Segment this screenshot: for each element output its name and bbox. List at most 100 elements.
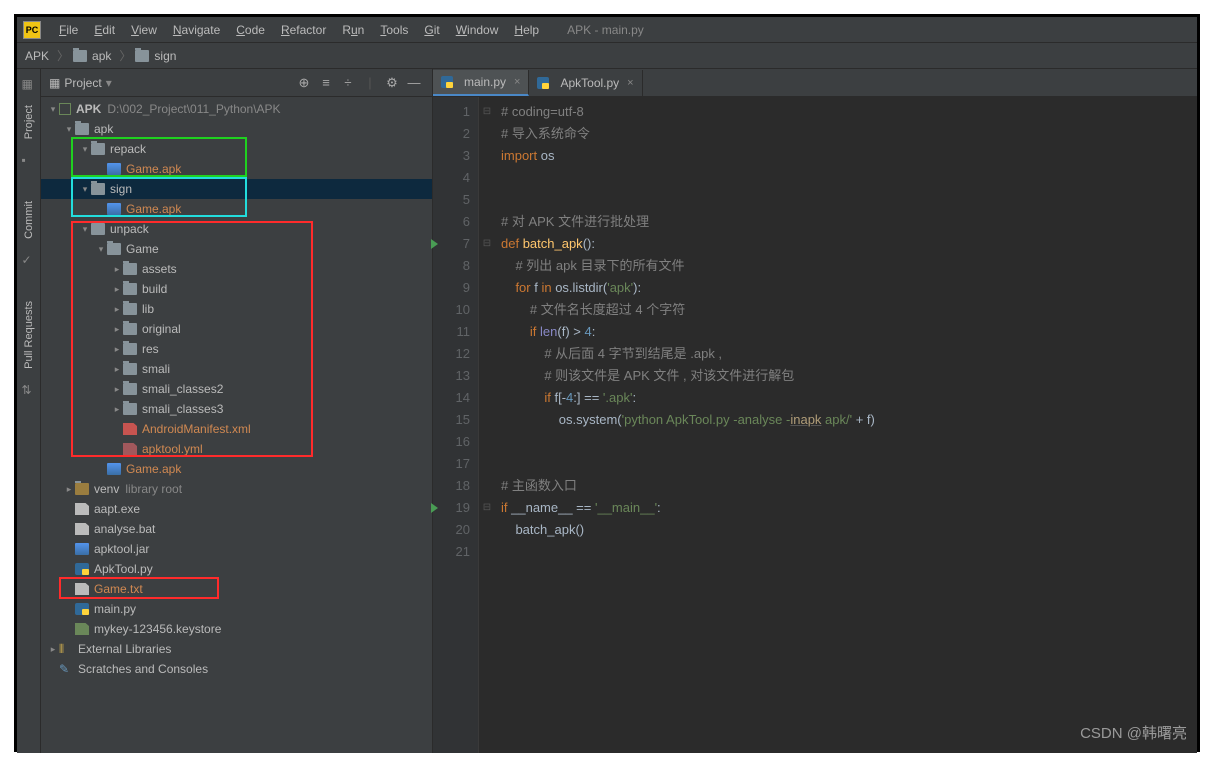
folder-icon[interactable]: ▪: [22, 153, 36, 167]
key-icon: [75, 623, 89, 635]
folder-icon: [107, 243, 121, 255]
python-icon: [441, 76, 453, 88]
close-icon[interactable]: ×: [627, 77, 633, 89]
code-content[interactable]: # coding=utf-8 # 导入系统命令 import os # 对 AP…: [495, 97, 1197, 753]
expand-icon[interactable]: ≡: [316, 73, 336, 93]
locate-icon[interactable]: ⊕: [294, 73, 314, 93]
gear-icon[interactable]: ⚙: [382, 73, 402, 93]
jar-icon: [75, 543, 89, 555]
folder-icon: [91, 143, 105, 155]
editor-area: main.py × ApkTool.py × 123 456 7 8910 11…: [433, 69, 1197, 753]
tree-apktool-jar[interactable]: apktool.jar: [41, 539, 432, 559]
menu-bar: PC File Edit View Navigate Code Refactor…: [17, 17, 1197, 43]
crumb-apk[interactable]: apk: [92, 49, 111, 63]
menu-help[interactable]: Help: [506, 23, 547, 37]
tab-apktool-py[interactable]: ApkTool.py ×: [529, 70, 642, 96]
tab-main-py[interactable]: main.py ×: [433, 70, 529, 96]
project-tree[interactable]: ▾ APK D:\002_Project\011_Python\APK ▾ ap…: [41, 97, 432, 753]
python-icon: [75, 603, 89, 615]
panel-title: Project: [64, 76, 101, 90]
tree-smali[interactable]: ▸smali: [41, 359, 432, 379]
tree-game-txt[interactable]: Game.txt: [41, 579, 432, 599]
tree-scratches[interactable]: ✎Scratches and Consoles: [41, 659, 432, 679]
project-panel: ▦ Project ▾ ⊕ ≡ ÷ | ⚙ — ▾ APK D:\002_Pro…: [41, 69, 433, 753]
window-title: APK - main.py: [567, 23, 644, 37]
python-icon: [537, 77, 549, 89]
tree-res[interactable]: ▸res: [41, 339, 432, 359]
tree-manifest[interactable]: AndroidManifest.xml: [41, 419, 432, 439]
close-icon[interactable]: ×: [514, 76, 520, 88]
menu-file[interactable]: File: [51, 23, 86, 37]
tree-assets[interactable]: ▸assets: [41, 259, 432, 279]
strip-project[interactable]: Project: [23, 105, 35, 139]
menu-run[interactable]: Run: [334, 23, 372, 37]
code-editor[interactable]: 123 456 7 8910 111213 141516 1718 19 202…: [433, 97, 1197, 753]
folder-icon: [123, 323, 137, 335]
fold-column[interactable]: ⊟ ⊟ ⊟: [479, 97, 495, 753]
menu-tools[interactable]: Tools: [372, 23, 416, 37]
folder-icon: [75, 123, 89, 135]
crumb-root[interactable]: APK: [25, 49, 49, 63]
strip-pull[interactable]: Pull Requests: [23, 301, 35, 369]
app-logo: PC: [23, 21, 41, 39]
crumb-sign[interactable]: sign: [154, 49, 176, 63]
tree-repack[interactable]: ▾ repack: [41, 139, 432, 159]
tool-strip: ▦ Project ▪ Commit ✓ Pull Requests ⇅: [17, 69, 41, 753]
project-icon: ▦: [49, 76, 60, 90]
tree-apk[interactable]: ▾ apk: [41, 119, 432, 139]
tree-main-py[interactable]: main.py: [41, 599, 432, 619]
tree-sign-game[interactable]: Game.apk: [41, 199, 432, 219]
folder-icon: [123, 263, 137, 275]
run-gutter-icon[interactable]: [431, 503, 438, 513]
run-gutter-icon[interactable]: [431, 239, 438, 249]
dropdown-icon[interactable]: ▾: [106, 76, 112, 90]
tree-keystore[interactable]: mykey-123456.keystore: [41, 619, 432, 639]
tree-lib[interactable]: ▸lib: [41, 299, 432, 319]
project-icon[interactable]: ▦: [22, 77, 36, 91]
commit-icon[interactable]: ✓: [22, 253, 36, 267]
venv-icon: [75, 483, 89, 495]
tree-game[interactable]: ▾ Game: [41, 239, 432, 259]
hide-icon[interactable]: —: [404, 73, 424, 93]
tree-unpack[interactable]: ▾ unpack: [41, 219, 432, 239]
line-gutter: 123 456 7 8910 111213 141516 1718 19 202…: [433, 97, 479, 753]
xml-icon: [123, 423, 137, 435]
menu-git[interactable]: Git: [416, 23, 447, 37]
chevron-icon: 〉: [119, 47, 131, 64]
folder-icon: [123, 403, 137, 415]
tree-repack-game[interactable]: Game.apk: [41, 159, 432, 179]
tree-root[interactable]: ▾ APK D:\002_Project\011_Python\APK: [41, 99, 432, 119]
tree-venv[interactable]: ▸venvlibrary root: [41, 479, 432, 499]
menu-window[interactable]: Window: [448, 23, 507, 37]
menu-navigate[interactable]: Navigate: [165, 23, 228, 37]
folder-icon: [123, 283, 137, 295]
menu-code[interactable]: Code: [228, 23, 273, 37]
tree-aapt[interactable]: aapt.exe: [41, 499, 432, 519]
tree-apktool-py[interactable]: ApkTool.py: [41, 559, 432, 579]
strip-commit[interactable]: Commit: [23, 201, 35, 239]
tree-game-apk[interactable]: Game.apk: [41, 459, 432, 479]
tree-ext-lib[interactable]: ▸⫴External Libraries: [41, 639, 432, 659]
tree-apktool-yml[interactable]: apktool.yml: [41, 439, 432, 459]
tree-analyse[interactable]: analyse.bat: [41, 519, 432, 539]
folder-icon: [91, 223, 105, 235]
folder-icon: [123, 383, 137, 395]
folder-icon: [73, 50, 87, 62]
menu-edit[interactable]: Edit: [86, 23, 123, 37]
watermark: CSDN @韩曙亮: [1080, 722, 1187, 743]
tree-sign[interactable]: ▾ sign: [41, 179, 432, 199]
tree-smali2[interactable]: ▸smali_classes2: [41, 379, 432, 399]
editor-tabs: main.py × ApkTool.py ×: [433, 69, 1197, 97]
menu-view[interactable]: View: [123, 23, 165, 37]
apk-icon: [107, 203, 121, 215]
folder-icon: [91, 183, 105, 195]
tree-build[interactable]: ▸build: [41, 279, 432, 299]
tree-original[interactable]: ▸original: [41, 319, 432, 339]
collapse-icon[interactable]: ÷: [338, 73, 358, 93]
pull-icon[interactable]: ⇅: [22, 383, 36, 397]
txt-icon: [75, 583, 89, 595]
menu-refactor[interactable]: Refactor: [273, 23, 334, 37]
tree-smali3[interactable]: ▸smali_classes3: [41, 399, 432, 419]
folder-icon: [123, 343, 137, 355]
apk-icon: [107, 163, 121, 175]
